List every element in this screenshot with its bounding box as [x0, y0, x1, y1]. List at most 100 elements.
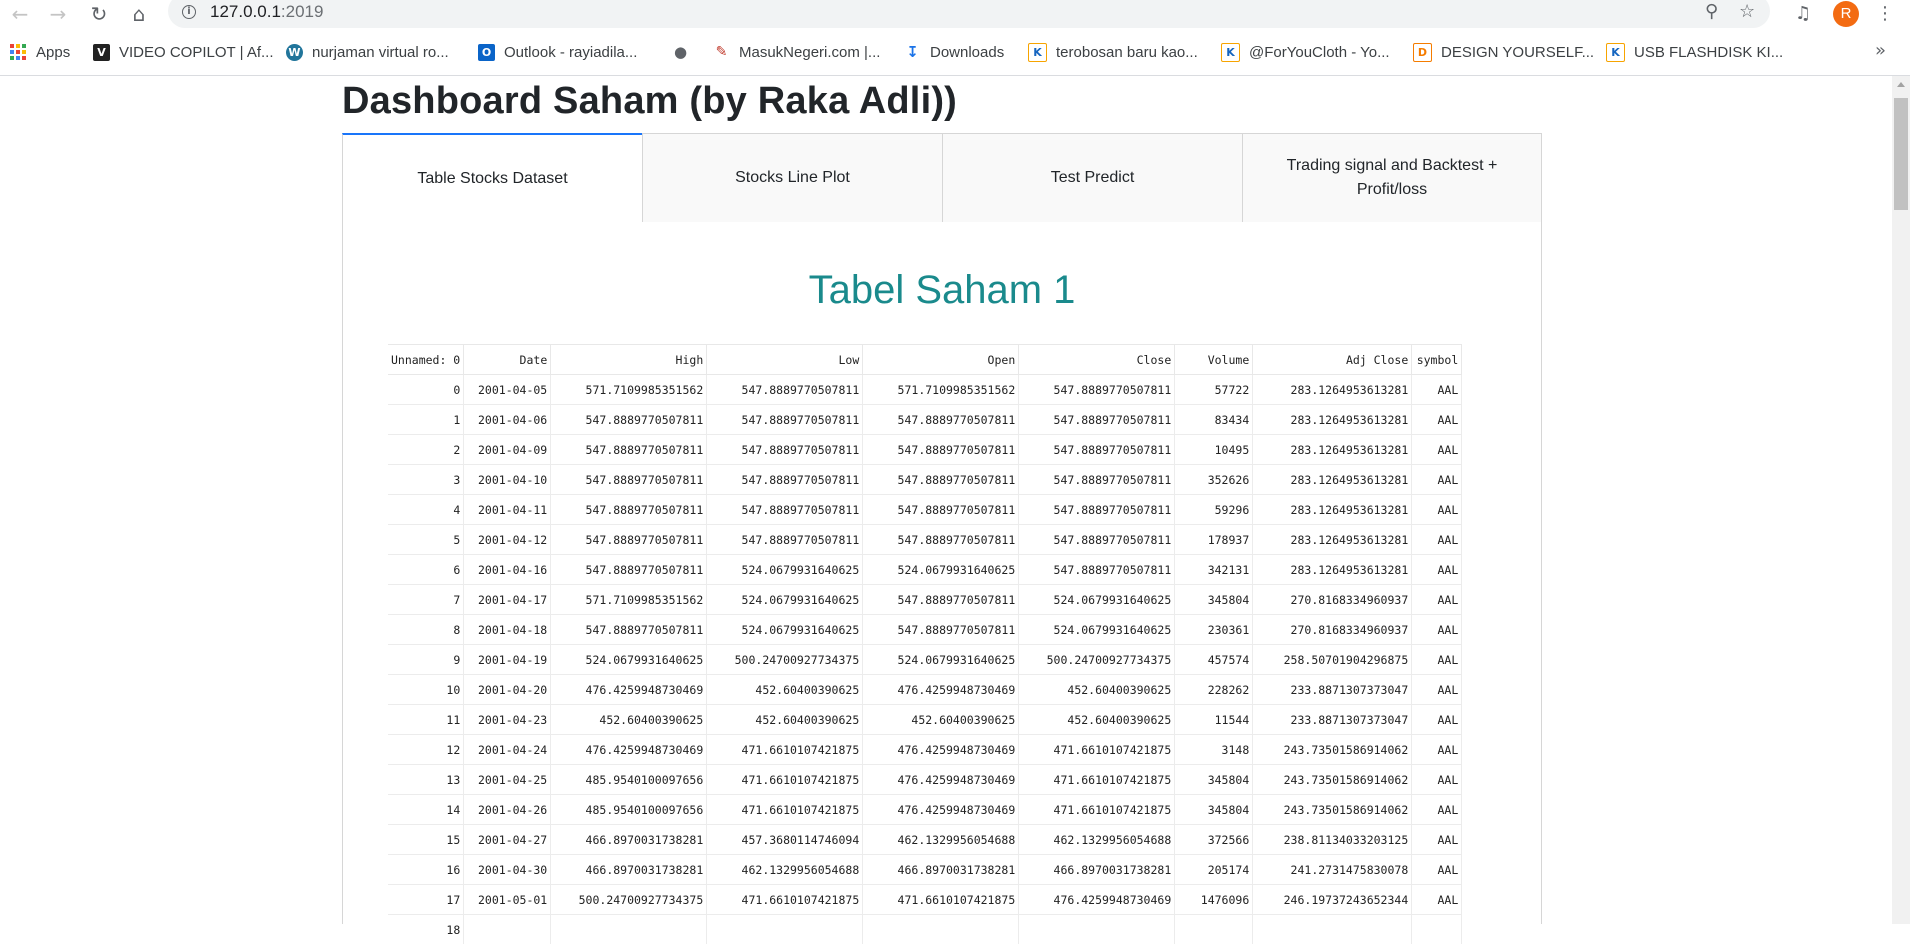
table-row: 82001-04-18547.8889770507811524.06799316…: [388, 615, 1462, 645]
table-cell: 0: [388, 375, 464, 405]
table-cell: 524.0679931640625: [551, 645, 707, 675]
table-cell: 2001-04-17: [464, 585, 551, 615]
column-header[interactable]: Open: [863, 345, 1019, 375]
table-cell: 2001-04-06: [464, 405, 551, 435]
table-cell: 345804: [1175, 795, 1253, 825]
table-row: 32001-04-10547.8889770507811547.88897705…: [388, 465, 1462, 495]
reload-icon[interactable]: ↻: [86, 1, 112, 27]
page-title: Dashboard Saham (by Raka Adli)): [342, 80, 957, 123]
table-cell: 457574: [1175, 645, 1253, 675]
masuknegeri-icon: ✎: [713, 44, 730, 61]
table-cell: AAL: [1412, 885, 1462, 915]
table-cell: 243.73501586914062: [1253, 765, 1412, 795]
table-cell: 471.6610107421875: [1019, 795, 1175, 825]
forward-arrow-icon[interactable]: →: [45, 1, 71, 27]
avatar[interactable]: R: [1833, 1, 1859, 27]
table-cell: 246.19737243652344: [1253, 885, 1412, 915]
table-row: 162001-04-30466.8970031738281462.1329956…: [388, 855, 1462, 885]
table-cell: 233.8871307373047: [1253, 675, 1412, 705]
bookmark-design-yourself[interactable]: D DESIGN YOURSELF...: [1413, 42, 1594, 62]
bookmark-masuknegeri[interactable]: ✎ MasukNegeri.com |...: [713, 42, 880, 62]
stocks-table-container[interactable]: Unnamed: 0 Date High Low Open Close Volu…: [388, 344, 1496, 944]
table-cell: 243.73501586914062: [1253, 735, 1412, 765]
table-cell: 283.1264953613281: [1253, 375, 1412, 405]
table-cell: AAL: [1412, 645, 1462, 675]
table-cell: 178937: [1175, 525, 1253, 555]
column-header[interactable]: Date: [464, 345, 551, 375]
table-cell: 241.2731475830078: [1253, 855, 1412, 885]
table-cell: 14: [388, 795, 464, 825]
table-cell: 4: [388, 495, 464, 525]
browser-menu-icon[interactable]: ⋮: [1876, 3, 1894, 24]
table-cell: 524.0679931640625: [1019, 615, 1175, 645]
url-text[interactable]: 127.0.0.1:2019: [210, 2, 323, 22]
table-cell: 547.8889770507811: [1019, 525, 1175, 555]
bookmark-apps[interactable]: Apps: [10, 42, 70, 62]
address-bar[interactable]: i 127.0.0.1:2019 ⚲ ☆: [168, 0, 1770, 28]
scrollbar-thumb[interactable]: [1894, 98, 1908, 210]
table-cell: 547.8889770507811: [551, 615, 707, 645]
table-cell: 2001-04-27: [464, 825, 551, 855]
table-header-row: Unnamed: 0 Date High Low Open Close Volu…: [388, 345, 1462, 375]
site-info-icon[interactable]: i: [182, 5, 196, 19]
table-cell: 476.4259948730469: [551, 735, 707, 765]
bookmark-outlook[interactable]: O Outlook - rayiadila...: [478, 42, 637, 62]
bookmark-foryoucloth[interactable]: K @ForYouCloth - Yo...: [1221, 42, 1390, 62]
table-cell: 462.1329956054688: [863, 825, 1019, 855]
table-cell: AAL: [1412, 435, 1462, 465]
table-cell: 1: [388, 405, 464, 435]
outlook-icon: O: [478, 44, 495, 61]
tab-table-stocks-dataset[interactable]: Table Stocks Dataset: [342, 133, 643, 223]
bookmark-globe[interactable]: ●: [672, 42, 698, 62]
table-cell: 457.3680114746094: [707, 825, 863, 855]
table-cell: 471.6610107421875: [707, 765, 863, 795]
table-cell: 83434: [1175, 405, 1253, 435]
table-cell: 466.8970031738281: [1019, 855, 1175, 885]
table-cell: 258.50701904296875: [1253, 645, 1412, 675]
bookmark-usb-flashdisk[interactable]: K USB FLASHDISK KI...: [1606, 42, 1783, 62]
table-cell: AAL: [1412, 765, 1462, 795]
table-cell: AAL: [1412, 795, 1462, 825]
column-header[interactable]: Adj Close: [1253, 345, 1412, 375]
table-cell: 547.8889770507811: [1019, 465, 1175, 495]
table-cell: [863, 915, 1019, 944]
column-header[interactable]: Close: [1019, 345, 1175, 375]
column-header[interactable]: Volume: [1175, 345, 1253, 375]
back-arrow-icon[interactable]: ←: [7, 1, 33, 27]
table-cell: 2001-04-12: [464, 525, 551, 555]
table-cell: 345804: [1175, 585, 1253, 615]
tab-test-predict[interactable]: Test Predict: [942, 133, 1243, 223]
table-row: 142001-04-26485.9540100097656471.6610107…: [388, 795, 1462, 825]
tab-stocks-line-plot[interactable]: Stocks Line Plot: [642, 133, 943, 223]
tab-trading-signal-backtest[interactable]: Trading signal and Backtest + Profit/los…: [1242, 133, 1542, 223]
kaskus-icon: K: [1606, 43, 1625, 62]
bookmark-terobosan[interactable]: K terobosan baru kao...: [1028, 42, 1198, 62]
bookmarks-bar: Apps V VIDEO COPILOT | Af... W nurjaman …: [0, 38, 1910, 66]
table-cell: 547.8889770507811: [863, 465, 1019, 495]
table-cell: 15: [388, 825, 464, 855]
column-header[interactable]: Low: [707, 345, 863, 375]
zoom-icon[interactable]: ⚲: [1705, 1, 1718, 22]
bookmark-nurjaman[interactable]: W nurjaman virtual ro...: [286, 42, 449, 62]
scroll-up-arrow-icon[interactable]: [1897, 82, 1905, 87]
table-cell: 13: [388, 765, 464, 795]
media-control-icon[interactable]: ♫: [1795, 3, 1811, 24]
home-icon[interactable]: ⌂: [126, 1, 152, 27]
column-header[interactable]: High: [551, 345, 707, 375]
page-scrollbar[interactable]: [1892, 76, 1910, 924]
table-cell: 2001-04-16: [464, 555, 551, 585]
table-cell: 547.8889770507811: [863, 435, 1019, 465]
table-cell: 547.8889770507811: [863, 615, 1019, 645]
table-row: 152001-04-27466.8970031738281457.3680114…: [388, 825, 1462, 855]
table-cell: 524.0679931640625: [707, 555, 863, 585]
table-row: 42001-04-11547.8889770507811547.88897705…: [388, 495, 1462, 525]
bookmark-videocopilot[interactable]: V VIDEO COPILOT | Af...: [93, 42, 274, 62]
table-cell: 466.8970031738281: [863, 855, 1019, 885]
bookmark-downloads[interactable]: ↧ Downloads: [904, 42, 1004, 62]
column-header[interactable]: Unnamed: 0: [388, 345, 464, 375]
column-header[interactable]: symbol: [1412, 345, 1462, 375]
bookmark-star-icon[interactable]: ☆: [1739, 1, 1755, 22]
table-cell: 547.8889770507811: [551, 405, 707, 435]
bookmarks-overflow-icon[interactable]: »: [1875, 40, 1886, 61]
table-row: 02001-04-05571.7109985351562547.88897705…: [388, 375, 1462, 405]
